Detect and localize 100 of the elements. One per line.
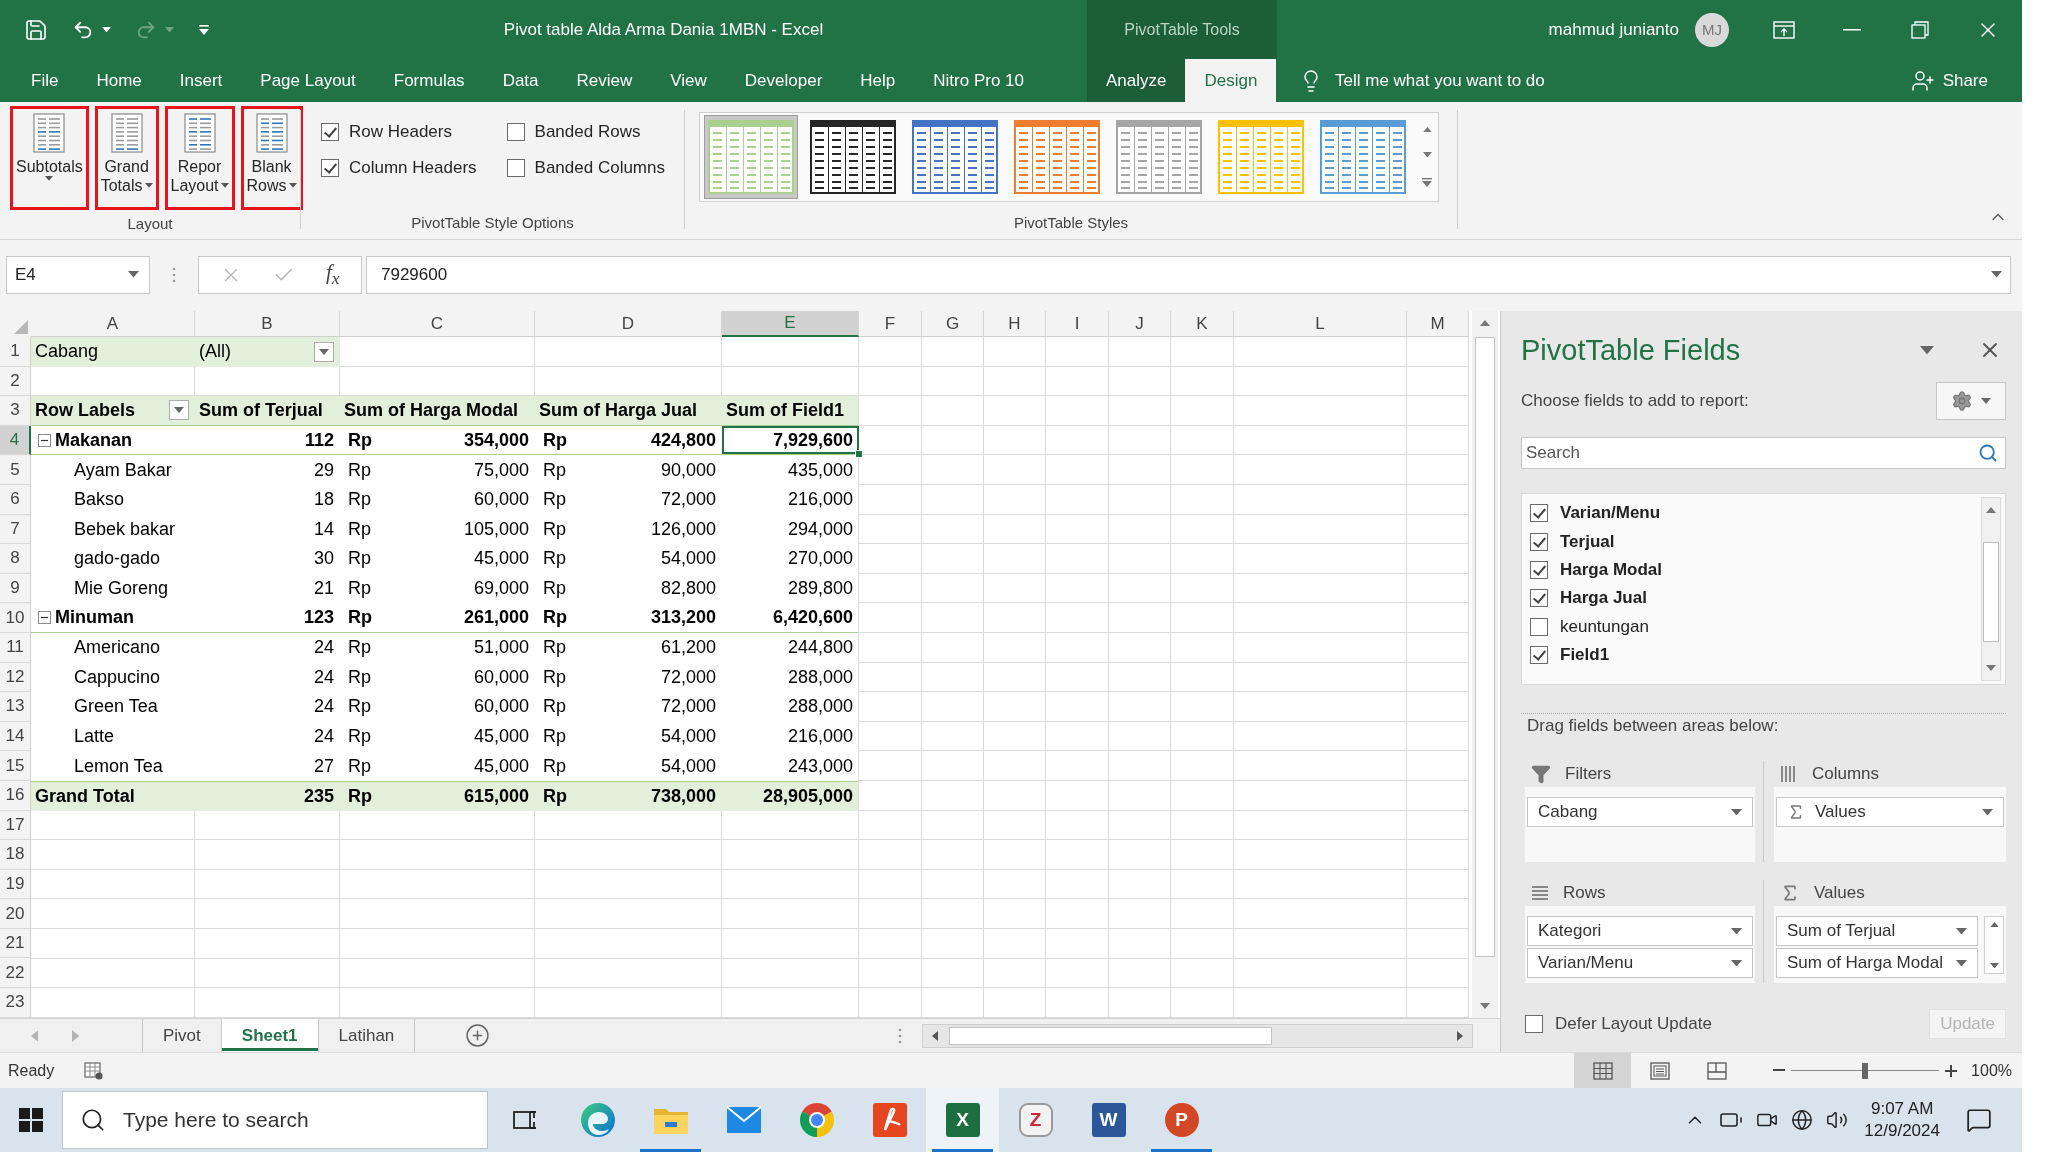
column-header[interactable]: B (195, 311, 340, 337)
start-menu-icon[interactable] (19, 1108, 43, 1132)
scroll-thumb[interactable] (1983, 542, 1999, 642)
filter-dropdown-button[interactable] (314, 341, 334, 362)
dropdown-caret-icon[interactable] (102, 26, 111, 33)
name-box[interactable]: E4 (6, 255, 150, 294)
vertical-scrollbar[interactable] (1472, 311, 1498, 1018)
tell-me-search[interactable]: Tell me what you want to do (1299, 59, 1545, 102)
ribbon-tab[interactable]: Design (1185, 59, 1277, 102)
checkbox[interactable] (321, 123, 339, 141)
checkbox[interactable] (1530, 560, 1548, 579)
row-header[interactable]: 6 (0, 484, 31, 515)
insert-function-button[interactable]: f$_{x}$ (325, 259, 340, 290)
fill-handle[interactable] (855, 450, 863, 459)
settings-button[interactable] (1936, 382, 2006, 420)
scroll-left-icon[interactable] (932, 1030, 938, 1041)
sheet-record-icon[interactable] (84, 1061, 105, 1080)
ribbon-tab[interactable]: Developer (725, 59, 842, 102)
checkbox-label[interactable]: Row Headers (349, 122, 452, 142)
zoom-level[interactable]: 100% (1971, 1061, 2012, 1080)
row-header[interactable]: 5 (0, 455, 31, 485)
ribbon-button[interactable]: Grand Totals (98, 111, 155, 205)
checkbox-label[interactable]: Banded Columns (534, 158, 665, 178)
checkbox[interactable] (1525, 1015, 1543, 1033)
restore-icon[interactable] (1911, 20, 1929, 39)
column-header[interactable]: E (722, 311, 859, 337)
column-header[interactable]: G (922, 311, 984, 337)
row-header[interactable]: 22 (0, 958, 31, 989)
row-header[interactable]: 3 (0, 396, 31, 426)
row-header[interactable]: 14 (0, 721, 31, 752)
checkbox-label[interactable]: Banded Rows (534, 122, 641, 142)
customize-toolbar-icon[interactable] (198, 23, 210, 36)
checkbox[interactable] (321, 159, 339, 177)
horizontal-scrollbar[interactable] (922, 1023, 1473, 1048)
formula-input[interactable]: 7929600 (366, 255, 2011, 294)
speaker-icon[interactable] (1826, 1109, 1849, 1131)
sheet-tab[interactable]: Sheet1 (221, 1019, 319, 1052)
scroll-down-icon[interactable] (1422, 152, 1432, 158)
row-header[interactable]: 1 (0, 337, 31, 367)
row-header[interactable]: 11 (0, 632, 31, 663)
minus-box-icon[interactable] (38, 611, 51, 625)
checkbox[interactable] (1530, 532, 1548, 551)
active-cell[interactable]: 7,929,600 (722, 425, 859, 455)
row-header[interactable]: 17 (0, 810, 31, 841)
checkbox-label[interactable]: Defer Layout Update (1555, 1014, 1712, 1034)
scroll-up-icon[interactable] (1986, 507, 1996, 513)
taskbar-app-button[interactable]: P (1145, 1088, 1218, 1152)
ribbon-tab[interactable]: Page Layout (241, 59, 375, 102)
field-chip[interactable]: Cabang (1527, 797, 1753, 827)
view-button[interactable] (1574, 1053, 1632, 1088)
row-header[interactable]: 15 (0, 751, 31, 781)
column-header[interactable]: M (1407, 311, 1469, 337)
ribbon-tab[interactable]: Data (483, 59, 558, 102)
row-header[interactable]: 4 (0, 425, 31, 456)
column-header[interactable]: I (1046, 311, 1109, 337)
ribbon-tab[interactable]: Nitro Pro 10 (914, 59, 1043, 102)
checkbox[interactable] (506, 159, 525, 177)
checkbox[interactable] (1530, 617, 1548, 636)
field-name[interactable]: Varian/Menu (1560, 503, 1661, 524)
scroll-right-icon[interactable] (1457, 1030, 1463, 1041)
scroll-down-icon[interactable] (1989, 962, 1999, 968)
column-header[interactable]: J (1109, 311, 1171, 337)
row-header[interactable]: 12 (0, 662, 31, 693)
pane-menu-caret-icon[interactable] (1920, 345, 1934, 355)
checkbox[interactable] (506, 123, 525, 141)
ribbon-tab[interactable]: Help (841, 59, 915, 102)
row-header[interactable]: 9 (0, 573, 31, 604)
checkbox-label[interactable]: Column Headers (349, 158, 477, 178)
clock-time[interactable]: 9:07 AM (1871, 1098, 1934, 1120)
ribbon-button[interactable]: Subtotals (14, 111, 85, 205)
ribbon-tab[interactable]: Analyze (1087, 59, 1186, 102)
row-header[interactable]: 2 (0, 366, 31, 397)
ribbon-tab[interactable]: Insert (160, 59, 242, 102)
minimize-icon[interactable] (1843, 28, 1861, 31)
expand-caret-icon[interactable] (1991, 271, 2002, 278)
ribbon-tab[interactable]: View (651, 59, 726, 102)
column-header[interactable]: F (859, 311, 922, 337)
scroll-down-icon[interactable] (1986, 665, 1996, 671)
checkbox[interactable] (1530, 589, 1548, 608)
search-field[interactable]: Search (1521, 437, 2006, 469)
save-icon[interactable] (24, 17, 48, 42)
zoom-slider[interactable] (1791, 1061, 1940, 1080)
field-chip[interactable]: Kategori (1527, 916, 1753, 946)
row-header[interactable]: 20 (0, 899, 31, 929)
field-name[interactable]: Field1 (1560, 645, 1610, 666)
column-header[interactable]: D (535, 311, 722, 337)
ribbon-tab[interactable]: Review (557, 59, 652, 102)
row-header[interactable]: 8 (0, 544, 31, 574)
slider-thumb[interactable] (1862, 1062, 1869, 1079)
row-header[interactable]: 13 (0, 692, 31, 722)
row-header[interactable]: 10 (0, 603, 31, 633)
column-header[interactable]: H (984, 311, 1046, 337)
vertical-scrollbar[interactable] (1984, 916, 2004, 974)
row-header[interactable]: 21 (0, 928, 31, 959)
scroll-down-icon[interactable] (1480, 1003, 1490, 1009)
checkbox[interactable] (1530, 646, 1548, 665)
scroll-up-icon[interactable] (1989, 922, 1999, 928)
search-field[interactable]: Type here to search (62, 1091, 488, 1149)
column-header[interactable]: L (1234, 311, 1407, 337)
zoom-out-icon[interactable] (1773, 1069, 1786, 1072)
